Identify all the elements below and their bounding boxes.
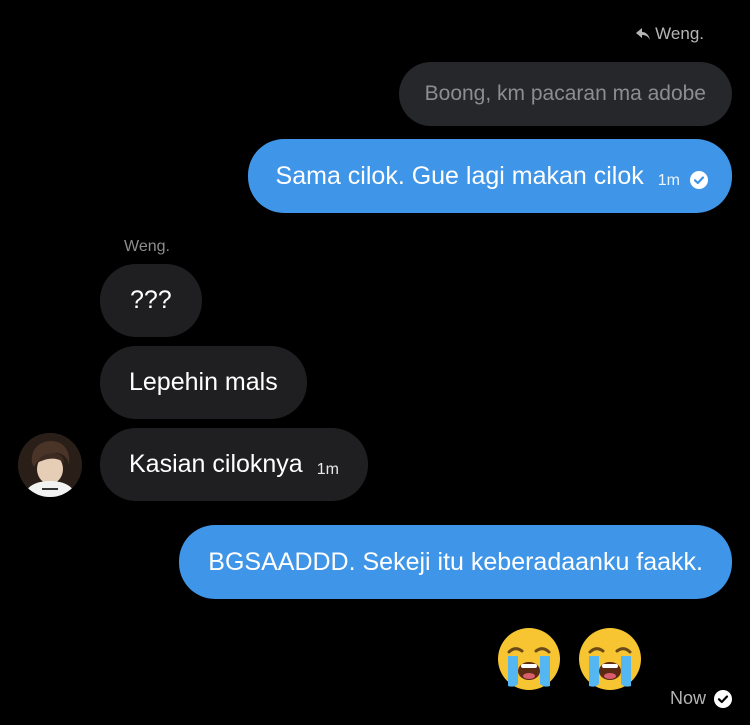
- incoming-message-bubble[interactable]: ???: [100, 264, 202, 337]
- outgoing-message-bubble[interactable]: Sama cilok. Gue lagi makan cilok 1m: [247, 139, 732, 213]
- incoming-message-bubble[interactable]: Kasian ciloknya 1m: [100, 428, 368, 501]
- message-text: Kasian ciloknya: [129, 450, 303, 478]
- message-text: ???: [130, 286, 172, 314]
- message-text: Sama cilok. Gue lagi makan cilok: [275, 161, 644, 190]
- incoming-message-bubble[interactable]: Lepehin mals: [100, 346, 307, 419]
- loudly-crying-face-icon: [579, 628, 641, 690]
- reply-indicator-label: Weng.: [655, 24, 704, 43]
- status-label: Now: [669, 688, 706, 708]
- profile-photo-icon: [18, 433, 82, 497]
- read-check-icon: [714, 689, 732, 708]
- reply-indicator: Weng.: [636, 24, 704, 44]
- message-time: 1m: [316, 460, 339, 478]
- loudly-crying-face-icon: [498, 628, 560, 690]
- emoji-message[interactable]: [496, 626, 643, 692]
- avatar[interactable]: [18, 433, 82, 497]
- message-time: 1m: [657, 172, 680, 189]
- message-text: BGSAADDD. Sekeji itu keberadaanku faakk.: [208, 547, 703, 576]
- chat-screen: Weng. Boong, km pacaran ma adobe Sama ci…: [0, 0, 750, 725]
- outgoing-message-bubble[interactable]: BGSAADDD. Sekeji itu keberadaanku faakk.: [179, 525, 732, 599]
- quoted-message-bubble[interactable]: Boong, km pacaran ma adobe: [398, 62, 732, 126]
- sender-name: Weng.: [124, 238, 170, 255]
- delivery-status: Now: [670, 688, 732, 709]
- read-check-icon: [690, 171, 708, 189]
- quoted-message-text: Boong, km pacaran ma adobe: [424, 82, 706, 105]
- message-text: Lepehin mals: [129, 368, 278, 396]
- reply-arrow-icon: [636, 28, 651, 40]
